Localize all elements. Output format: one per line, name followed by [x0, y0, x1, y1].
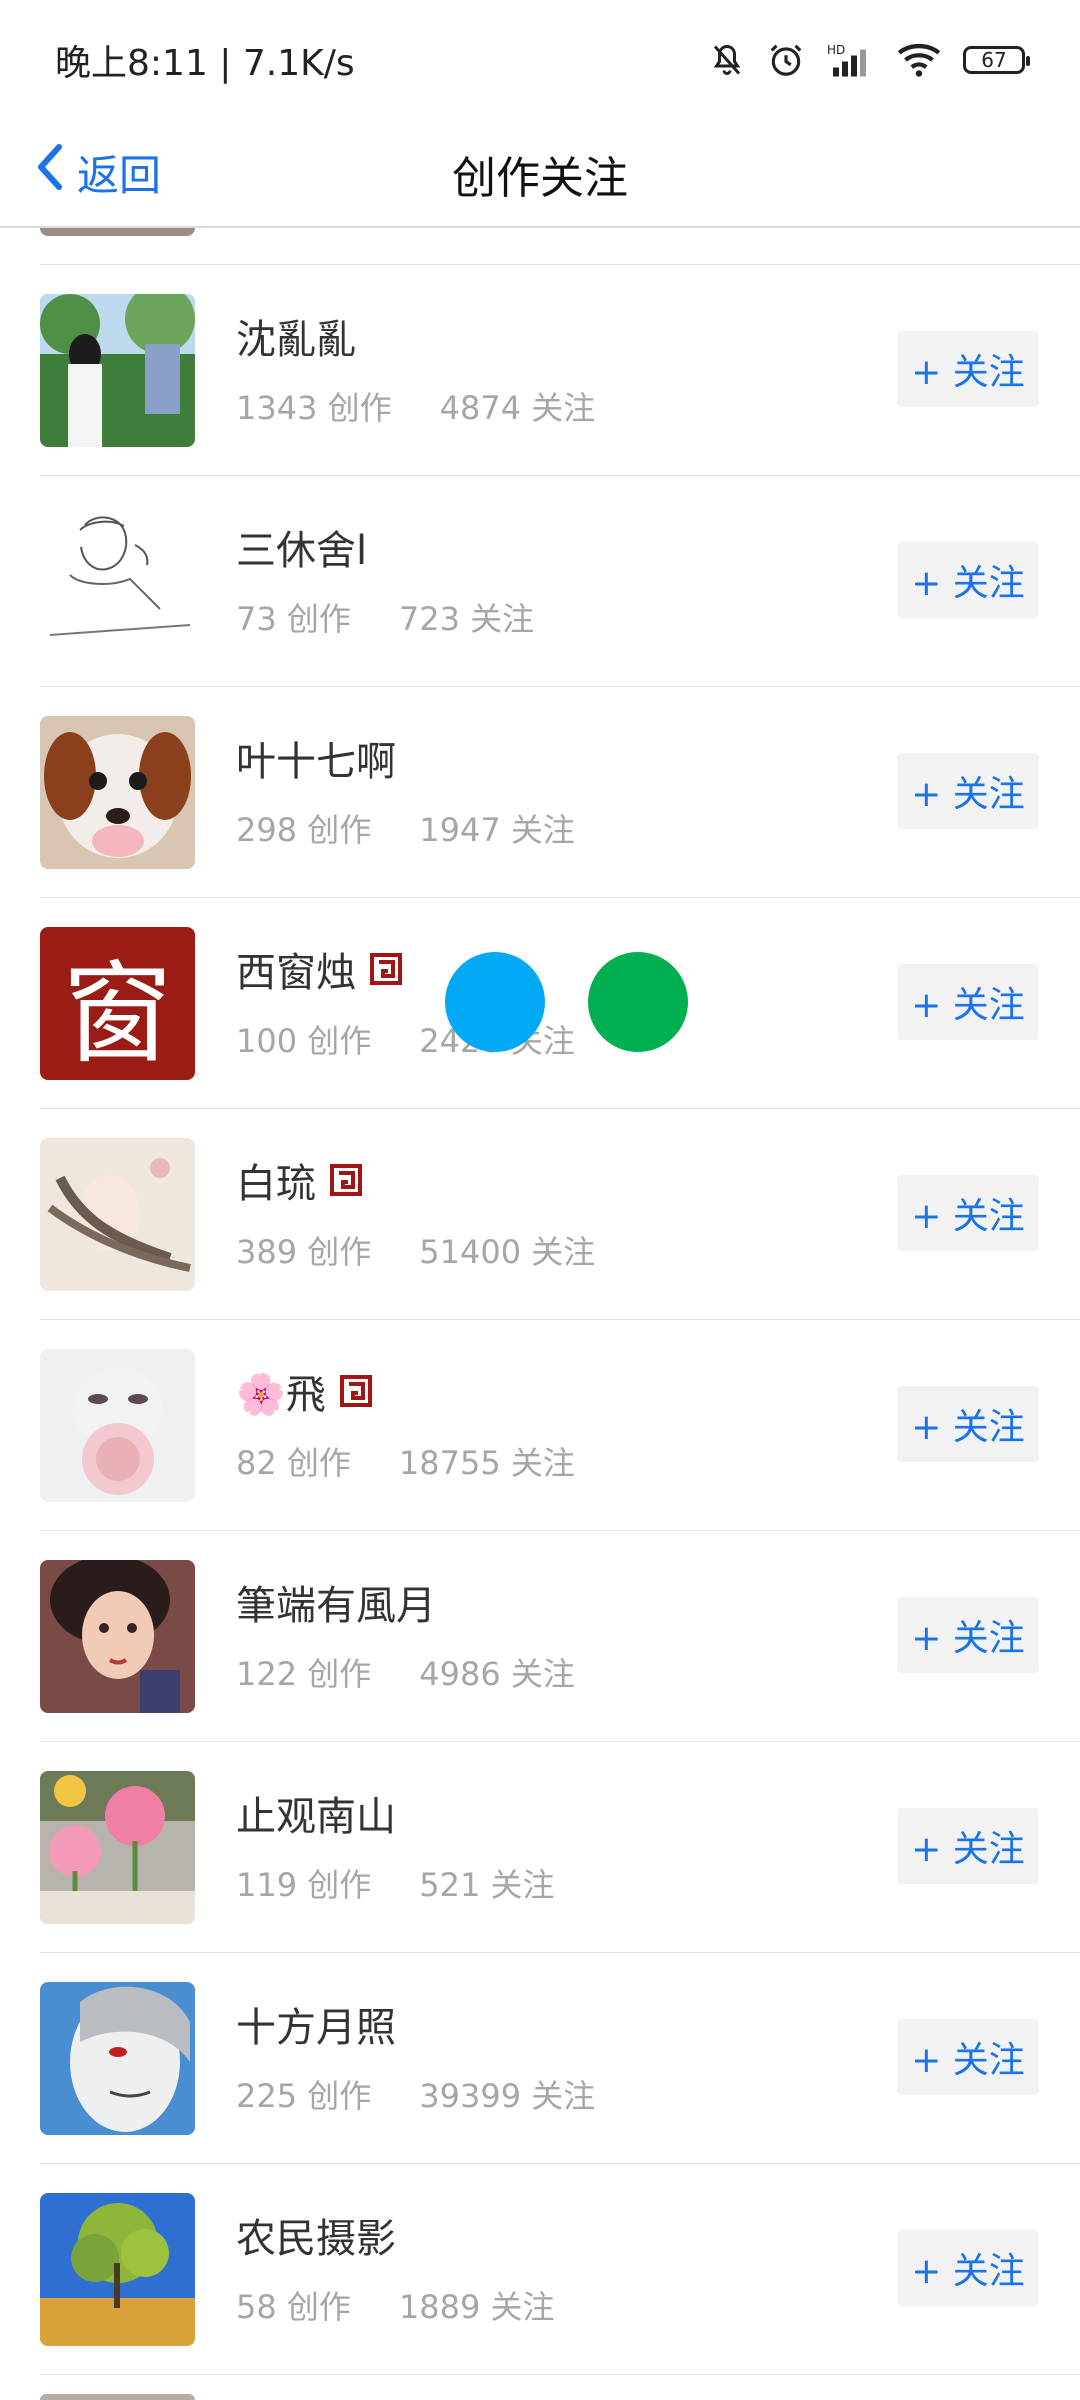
creator-name-text: 止观南山: [236, 1794, 396, 1840]
creator-name: 筆端有風月: [236, 1573, 436, 1631]
works-count: 73 创作: [236, 600, 351, 638]
creator-name-text: 农民摄影: [236, 2216, 396, 2262]
battery-indicator: 67: [963, 46, 1030, 74]
follows-count: 4874 关注: [439, 389, 596, 427]
avatar: [40, 1349, 195, 1502]
creator-name: 三休舍l: [236, 518, 367, 576]
follows-count: 39399 关注: [419, 2077, 596, 2115]
creator-name: 叶十七啊: [236, 729, 396, 787]
follow-button[interactable]: + 关注: [897, 964, 1039, 1040]
alarm-icon: [767, 41, 805, 79]
follow-button[interactable]: + 关注: [897, 2230, 1039, 2306]
svg-text:HD: HD: [827, 43, 845, 57]
nav-bar: 返回 创作关注: [0, 120, 1080, 228]
list-item-partial[interactable]: [40, 228, 1080, 265]
avatar: [40, 228, 195, 236]
avatar: [40, 1771, 195, 1924]
list-item[interactable]: 白琉 389 创作 51400 关注 + 关注: [40, 1109, 1080, 1320]
hd-signal-icon: HD: [827, 42, 875, 78]
status-icons: HD 67: [709, 41, 1030, 79]
works-count: 298 创作: [236, 811, 372, 849]
avatar: [40, 505, 195, 658]
avatar: [40, 716, 195, 869]
follow-button[interactable]: + 关注: [897, 753, 1039, 829]
works-count: 58 创作: [236, 2288, 351, 2326]
list-item[interactable]: 叶十七啊 298 创作 1947 关注 + 关注: [40, 687, 1080, 898]
bell-off-icon: [709, 42, 745, 78]
verified-badge-icon: [370, 953, 402, 985]
works-count: 1343 创作: [236, 389, 392, 427]
follow-button[interactable]: + 关注: [897, 1597, 1039, 1673]
follows-count: 18755 关注: [398, 1444, 575, 1482]
creator-stats: 58 创作 1889 关注: [236, 2282, 555, 2328]
status-bar: 晚上8:11 | 7.1K/s HD 67: [0, 0, 1080, 120]
floating-green-dot[interactable]: [588, 952, 688, 1052]
creator-stats: 298 创作 1947 关注: [236, 805, 575, 851]
creator-stats: 1343 创作 4874 关注: [236, 383, 595, 429]
list-item[interactable]: 沈亂亂 1343 创作 4874 关注 + 关注: [40, 265, 1080, 476]
avatar: [40, 1560, 195, 1713]
works-count: 100 创作: [236, 1022, 372, 1060]
avatar: [40, 2193, 195, 2346]
works-count: 225 创作: [236, 2077, 372, 2115]
follow-button[interactable]: + 关注: [897, 542, 1039, 618]
avatar: [40, 1138, 195, 1291]
creator-name: 白琉: [236, 1151, 362, 1209]
list-item[interactable]: 十方月照 225 创作 39399 关注 + 关注: [40, 1953, 1080, 2164]
creator-name: 🌸飛: [236, 1362, 372, 1420]
list-item[interactable]: 筆端有風月 122 创作 4986 关注 + 关注: [40, 1531, 1080, 1742]
creator-stats: 389 创作 51400 关注: [236, 1227, 595, 1273]
status-time-speed: 晚上8:11 | 7.1K/s: [55, 43, 355, 84]
creator-name: 西窗烛: [236, 940, 402, 998]
follows-count: 51400 关注: [419, 1233, 596, 1271]
creator-name-text: 叶十七啊: [236, 739, 396, 785]
creator-name: 十方月照: [236, 1995, 396, 2053]
works-count: 119 创作: [236, 1866, 372, 1904]
follows-count: 723 关注: [398, 600, 535, 638]
creator-name-text: 沈亂亂: [236, 317, 356, 363]
follow-button[interactable]: + 关注: [897, 1175, 1039, 1251]
wifi-icon: [897, 42, 941, 78]
avatar: 窗: [40, 927, 195, 1080]
avatar: [40, 1982, 195, 2135]
works-count: 82 创作: [236, 1444, 351, 1482]
list-item[interactable]: 止观南山 119 创作 521 关注 + 关注: [40, 1742, 1080, 1953]
avatar: [40, 294, 195, 447]
creator-list: 沈亂亂 1343 创作 4874 关注 + 关注 三休舍l 73 创作 723 …: [0, 228, 1080, 2375]
works-count: 122 创作: [236, 1655, 372, 1693]
creator-name-text: 筆端有風月: [236, 1583, 436, 1629]
creator-stats: 122 创作 4986 关注: [236, 1649, 575, 1695]
verified-badge-icon: [330, 1164, 362, 1196]
list-item[interactable]: 三休舍l 73 创作 723 关注 + 关注: [40, 476, 1080, 687]
page-title: 创作关注: [452, 153, 628, 204]
next-item-peek: [40, 2394, 195, 2400]
follows-count: 1947 关注: [419, 811, 575, 849]
creator-name-text: 西窗烛: [236, 950, 356, 996]
creator-stats: 119 创作 521 关注: [236, 1860, 555, 1906]
follow-button[interactable]: + 关注: [897, 2019, 1039, 2095]
creator-name-text: 🌸飛: [236, 1372, 326, 1418]
creator-stats: 82 创作 18755 关注: [236, 1438, 575, 1484]
follows-count: 4986 关注: [419, 1655, 575, 1693]
creator-name-text: 白琉: [236, 1161, 316, 1207]
avatar-character: 窗: [62, 949, 173, 1078]
follows-count: 1889 关注: [398, 2288, 555, 2326]
follow-button[interactable]: + 关注: [897, 331, 1039, 407]
follow-button[interactable]: + 关注: [897, 1386, 1039, 1462]
creator-name-text: 十方月照: [236, 2005, 396, 2051]
follow-button[interactable]: + 关注: [897, 1808, 1039, 1884]
list-item[interactable]: 窗 西窗烛 100 创作 2428 关注 + 关注: [40, 898, 1080, 1109]
creator-name: 农民摄影: [236, 2206, 396, 2264]
creator-name: 止观南山: [236, 1784, 396, 1842]
works-count: 389 创作: [236, 1233, 372, 1271]
creator-stats: 225 创作 39399 关注: [236, 2071, 595, 2117]
list-item[interactable]: 🌸飛 82 创作 18755 关注 + 关注: [40, 1320, 1080, 1531]
verified-badge-icon: [339, 1375, 372, 1407]
list-item[interactable]: 农民摄影 58 创作 1889 关注 + 关注: [40, 2164, 1080, 2375]
follows-count: 521 关注: [419, 1866, 555, 1904]
creator-stats: 73 创作 723 关注: [236, 594, 534, 640]
floating-blue-dot[interactable]: [445, 952, 545, 1052]
creator-name-text: 三休舍l: [236, 528, 368, 574]
creator-name: 沈亂亂: [236, 307, 356, 365]
